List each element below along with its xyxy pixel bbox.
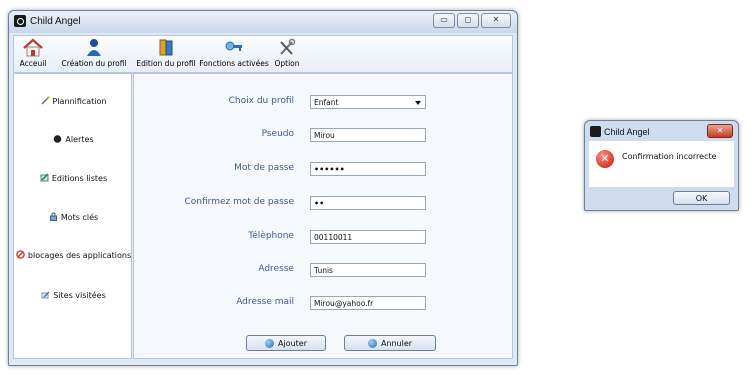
app-icon (14, 15, 26, 27)
block-icon (16, 250, 25, 259)
sidebar: Plannification Alertes Editions listes M… (13, 73, 132, 359)
user-icon (83, 38, 105, 57)
chevron-down-icon (415, 101, 421, 105)
cancel-button-label: Annuler (380, 338, 413, 348)
minus-icon (367, 338, 377, 348)
toolbar-option-label: Option (274, 59, 300, 68)
close-button[interactable]: ✕ (481, 13, 511, 28)
sidebar-item-alertes[interactable]: Alertes (14, 134, 133, 144)
error-dialog: Child Angel ✕ ✕ Confirmation incorrecte … (584, 120, 739, 211)
home-icon (22, 38, 44, 57)
main-window: Child Angel ▭ ◻ ✕ Acceuil Création du pr… (8, 10, 518, 366)
password-label: Mot de passe (234, 163, 294, 173)
key-icon (223, 38, 245, 57)
pseudo-input[interactable]: Mirou (310, 128, 426, 142)
sidebar-item-label: Plannification (52, 97, 107, 106)
email-input[interactable]: Mirou@yahoo.fr (310, 296, 426, 310)
sidebar-item-label: blocages des applications (27, 251, 132, 260)
window-title: Child Angel (30, 16, 81, 27)
sidebar-item-planification[interactable]: Plannification (14, 96, 133, 106)
toolbar-active-functions-label: Fonctions activées (199, 59, 269, 68)
profile-choice-label: Choix du profil (228, 96, 294, 106)
password-input[interactable]: •••••• (310, 162, 426, 176)
cancel-button[interactable]: Annuler (344, 335, 436, 351)
toolbar-active-functions-button[interactable]: Fonctions activées (199, 38, 269, 68)
address-input[interactable]: Tunis (310, 263, 426, 277)
minimize-button[interactable]: ▭ (433, 13, 455, 28)
pseudo-label: Pseudo (261, 129, 294, 139)
sidebar-item-label: Editions listes (51, 174, 108, 183)
address-label: Adresse (258, 264, 294, 274)
toolbar-create-profile-button[interactable]: Création du profil (52, 38, 136, 68)
toolbar: Acceuil Création du profil Edition du pr… (13, 35, 513, 73)
password-confirm-label: Confirmez mot de passe (184, 197, 294, 207)
email-label: Adresse mail (236, 297, 294, 307)
sidebar-item-label: Mots clés (60, 213, 99, 222)
sidebar-item-editions-listes[interactable]: Editions listes (14, 173, 133, 183)
maximize-button[interactable]: ◻ (457, 13, 479, 28)
dialog-body: ✕ Confirmation incorrecte (589, 141, 734, 187)
toolbar-edit-profile-button[interactable]: Edition du profil (136, 38, 196, 68)
toolbar-home-button[interactable]: Acceuil (16, 38, 50, 68)
sidebar-item-label: Alertes (65, 135, 94, 144)
error-icon: ✕ (596, 150, 614, 168)
profile-choice-value: Enfant (314, 98, 339, 107)
lock-icon (49, 212, 58, 221)
toolbar-option-button[interactable]: Option (272, 38, 302, 68)
tools-icon (276, 38, 298, 57)
title-bar[interactable]: Child Angel ▭ ◻ ✕ (9, 11, 517, 33)
wand-icon (40, 96, 50, 105)
add-button-label: Ajouter (277, 338, 307, 348)
sidebar-item-label: Sites visitées (53, 291, 106, 300)
bomb-icon (53, 134, 62, 143)
sidebar-item-blocages[interactable]: blocages des applications (14, 250, 133, 260)
phone-label: Télèphone (248, 231, 294, 241)
dialog-close-button[interactable]: ✕ (707, 124, 733, 138)
arrow-icon (264, 338, 274, 348)
toolbar-edit-profile-label: Edition du profil (136, 59, 196, 68)
dialog-message: Confirmation incorrecte (622, 152, 717, 161)
status-bar (13, 356, 513, 362)
edit-icon (40, 173, 49, 182)
password-confirm-input[interactable]: •• (310, 196, 426, 210)
sidebar-item-mots-cles[interactable]: Mots clés (14, 212, 133, 222)
toolbar-home-label: Acceuil (19, 59, 47, 68)
ok-button[interactable]: OK (673, 191, 730, 205)
profile-choice-select[interactable]: Enfant (310, 95, 426, 109)
toolbar-create-profile-label: Création du profil (61, 59, 127, 68)
profile-form: Choix du profil Enfant Pseudo Mirou Mot … (133, 73, 513, 359)
sidebar-item-sites-visitees[interactable]: Sites visitées (14, 290, 133, 300)
book-icon (155, 38, 177, 57)
phone-input[interactable]: 00110011 (310, 230, 426, 244)
app-icon (590, 126, 601, 137)
dialog-title: Child Angel (604, 127, 650, 137)
add-button[interactable]: Ajouter (246, 335, 326, 351)
pencil-icon (41, 290, 50, 299)
